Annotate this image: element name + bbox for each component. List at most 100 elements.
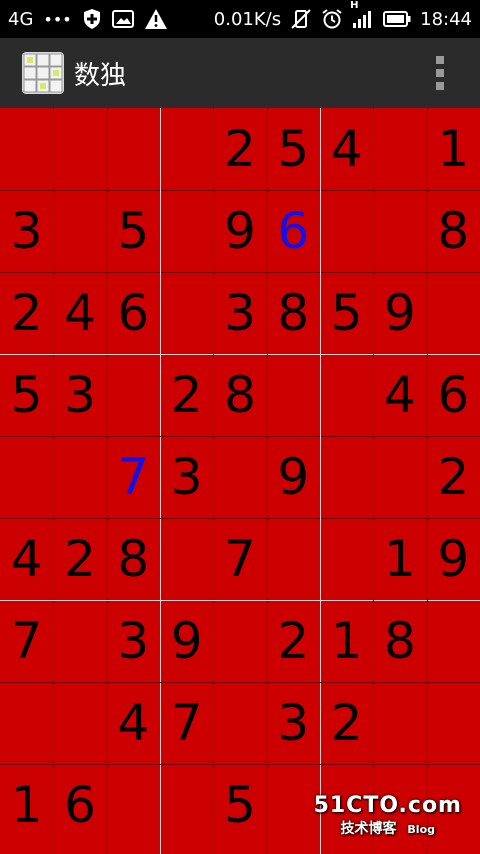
battery-icon xyxy=(383,11,411,27)
board-cell[interactable]: 7 xyxy=(0,600,53,682)
board-cell[interactable] xyxy=(267,354,320,436)
board-cell[interactable] xyxy=(267,518,320,600)
board-cell[interactable] xyxy=(53,108,106,190)
board-cell[interactable]: 3 xyxy=(267,682,320,764)
grid-line-vertical xyxy=(426,108,428,854)
board-cell[interactable]: 3 xyxy=(0,190,53,272)
board-cell[interactable]: 2 xyxy=(213,108,266,190)
board-cell[interactable]: 6 xyxy=(267,190,320,272)
board-cell[interactable]: 9 xyxy=(160,600,213,682)
board-cell[interactable] xyxy=(213,436,266,518)
status-bar: 4G ••• 0.01K/s H 18:44 xyxy=(0,0,480,38)
board-cell[interactable] xyxy=(160,190,213,272)
board-cell[interactable]: 7 xyxy=(107,436,160,518)
board-cell[interactable] xyxy=(213,600,266,682)
watermark-subtitle: 技术博客 xyxy=(340,821,397,837)
board-cell[interactable]: 1 xyxy=(427,108,480,190)
board-cell[interactable] xyxy=(320,518,373,600)
board-cell[interactable] xyxy=(213,682,266,764)
board-cell[interactable] xyxy=(373,108,426,190)
board-cell[interactable]: 1 xyxy=(373,518,426,600)
board-cell[interactable]: 8 xyxy=(427,190,480,272)
board-cell[interactable]: 7 xyxy=(160,682,213,764)
board-cell[interactable] xyxy=(160,764,213,846)
board-cell[interactable] xyxy=(320,190,373,272)
board-cell[interactable]: 2 xyxy=(160,354,213,436)
sudoku-app-icon[interactable] xyxy=(22,52,64,94)
board-cell[interactable]: 4 xyxy=(373,354,426,436)
warning-icon xyxy=(144,8,168,30)
grid-line-horizontal xyxy=(0,436,480,437)
board-cell[interactable] xyxy=(267,764,320,846)
board-cell[interactable] xyxy=(0,108,53,190)
board-cell[interactable]: 8 xyxy=(373,600,426,682)
board-cell[interactable]: 9 xyxy=(373,272,426,354)
board-cell[interactable] xyxy=(320,436,373,518)
board-cell[interactable]: 2 xyxy=(267,600,320,682)
overflow-menu-icon[interactable] xyxy=(436,56,446,90)
board-cell[interactable]: 1 xyxy=(320,600,373,682)
board-cell[interactable]: 5 xyxy=(320,272,373,354)
grid-line-horizontal xyxy=(0,190,480,191)
board-cell[interactable]: 3 xyxy=(213,272,266,354)
board-cell[interactable]: 5 xyxy=(213,764,266,846)
board-cell[interactable]: 1 xyxy=(0,764,53,846)
board-cell[interactable]: 4 xyxy=(53,272,106,354)
grid-line-vertical xyxy=(53,108,55,854)
board-cell[interactable]: 8 xyxy=(213,354,266,436)
board-cell[interactable] xyxy=(427,600,480,682)
board-cell[interactable]: 6 xyxy=(53,764,106,846)
board-cell[interactable] xyxy=(107,354,160,436)
board-cell[interactable] xyxy=(0,436,53,518)
board-cell[interactable]: 3 xyxy=(107,600,160,682)
app-title: 数独 xyxy=(74,60,127,91)
image-icon xyxy=(111,10,134,28)
box-divider-vertical xyxy=(159,108,161,854)
board-cell[interactable] xyxy=(427,682,480,764)
board-cell[interactable] xyxy=(160,518,213,600)
box-divider-horizontal xyxy=(0,354,480,355)
board-cell[interactable]: 5 xyxy=(267,108,320,190)
board-cell[interactable]: 9 xyxy=(267,436,320,518)
board-cell[interactable]: 4 xyxy=(320,108,373,190)
sudoku-board: 2541359682463859532846739242871973921847… xyxy=(0,108,480,854)
board-cell[interactable]: 9 xyxy=(213,190,266,272)
board-cell[interactable]: 7 xyxy=(213,518,266,600)
grid-line-horizontal xyxy=(0,682,480,683)
board-cell[interactable]: 3 xyxy=(53,354,106,436)
board-cell[interactable]: 4 xyxy=(107,682,160,764)
board-cell[interactable] xyxy=(53,600,106,682)
box-divider-vertical xyxy=(319,108,321,854)
box-divider-horizontal xyxy=(0,600,480,601)
board-cell[interactable] xyxy=(0,682,53,764)
board-cell[interactable]: 2 xyxy=(427,436,480,518)
board-cell[interactable] xyxy=(373,682,426,764)
board-cell[interactable]: 6 xyxy=(427,354,480,436)
board-cell[interactable]: 8 xyxy=(107,518,160,600)
board-cell[interactable]: 6 xyxy=(107,272,160,354)
board-cell[interactable] xyxy=(160,272,213,354)
alarm-icon xyxy=(321,8,343,30)
board-cell[interactable] xyxy=(53,190,106,272)
board-cell[interactable]: 9 xyxy=(427,518,480,600)
board-cell[interactable] xyxy=(107,764,160,846)
board-cell[interactable] xyxy=(373,190,426,272)
board-cell[interactable] xyxy=(107,108,160,190)
board-cell[interactable]: 5 xyxy=(107,190,160,272)
board-cell[interactable] xyxy=(320,354,373,436)
board-cell[interactable]: 5 xyxy=(0,354,53,436)
board-cell[interactable]: 3 xyxy=(160,436,213,518)
board-cell[interactable]: 8 xyxy=(267,272,320,354)
board-cell[interactable]: 2 xyxy=(320,682,373,764)
board-cell[interactable] xyxy=(53,682,106,764)
grid-line-horizontal xyxy=(0,518,480,519)
board-cell[interactable] xyxy=(373,436,426,518)
grid-line-horizontal xyxy=(0,764,480,765)
grid-line-vertical xyxy=(373,108,375,854)
board-cell[interactable]: 4 xyxy=(0,518,53,600)
board-cell[interactable] xyxy=(53,436,106,518)
board-cell[interactable] xyxy=(427,272,480,354)
board-cell[interactable] xyxy=(160,108,213,190)
board-cell[interactable]: 2 xyxy=(0,272,53,354)
board-cell[interactable]: 2 xyxy=(53,518,106,600)
